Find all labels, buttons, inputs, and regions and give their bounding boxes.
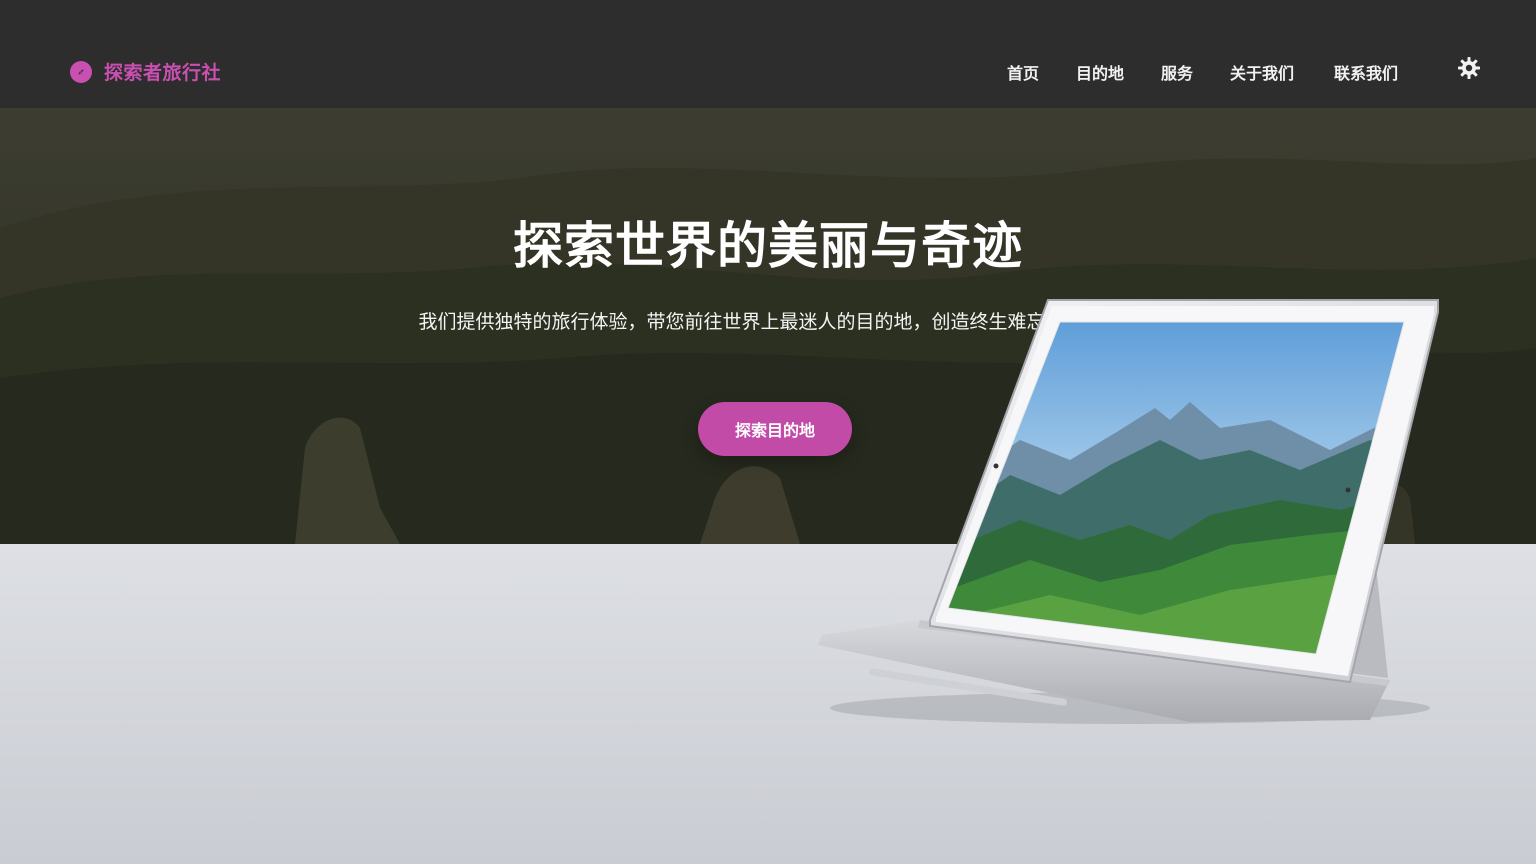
gear-icon	[1457, 56, 1481, 84]
compass-icon	[70, 60, 92, 83]
brand-name: 探索者旅行社	[104, 62, 222, 84]
theme-toggle-button[interactable]	[1456, 57, 1482, 83]
navbar: 探索者旅行社 首页 目的地 服务 关于我们 联系我们	[0, 0, 1536, 108]
nav-home[interactable]: 首页	[1007, 60, 1039, 84]
nav-services[interactable]: 服务	[1161, 60, 1193, 84]
brand-logo[interactable]: 探索者旅行社	[70, 58, 221, 85]
nav-about[interactable]: 关于我们	[1230, 60, 1294, 84]
tablet-mockup	[810, 290, 1450, 730]
nav-contact[interactable]: 联系我们	[1334, 60, 1398, 84]
nav-destinations[interactable]: 目的地	[1076, 60, 1124, 84]
hero-title: 探索世界的美丽与奇迹	[513, 217, 1023, 275]
